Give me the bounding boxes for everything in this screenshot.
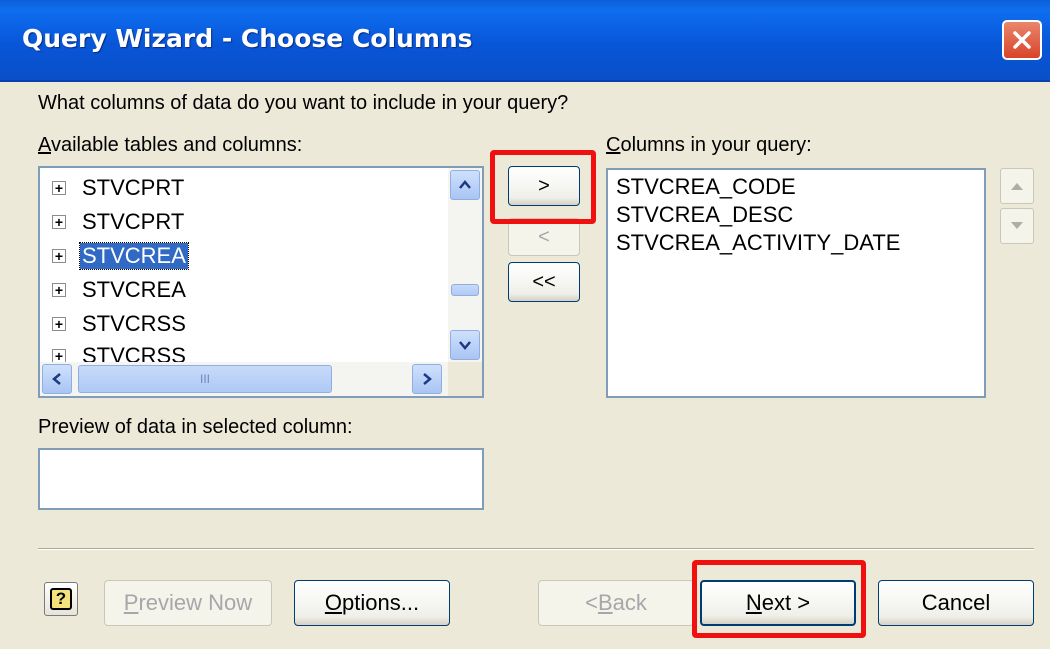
tree-item-label: STVCPRT <box>82 209 185 234</box>
next-button-highlight <box>692 560 866 638</box>
add-button-highlight <box>490 150 596 224</box>
chevron-right-icon <box>423 373 432 385</box>
scroll-down-button[interactable] <box>450 330 480 360</box>
scroll-right-button[interactable] <box>412 364 442 394</box>
instruction-text: What columns of data do you want to incl… <box>38 92 569 114</box>
window-title: Query Wizard - Choose Columns <box>22 24 473 53</box>
tree-item[interactable]: + STVCRSS <box>52 340 188 364</box>
available-columns-tree[interactable]: + STVCPRT + STVCPRT + STVCREA + STVCREA … <box>38 166 484 398</box>
query-columns-label: Columns in your query: <box>606 134 812 156</box>
tree-item-label: STVCREA <box>82 277 186 302</box>
tree-item-label: STVCREA <box>79 242 189 270</box>
list-item[interactable]: STVCREA_ACTIVITY_DATE <box>616 230 900 256</box>
expand-icon[interactable]: + <box>52 181 66 195</box>
remove-all-columns-button[interactable]: << <box>508 262 580 302</box>
options-button[interactable]: Options... <box>294 580 450 626</box>
tree-item[interactable]: + STVCREA <box>52 240 189 272</box>
title-bar: Query Wizard - Choose Columns <box>0 0 1050 82</box>
preview-label: Preview of data in selected column: <box>38 416 353 438</box>
back-button[interactable]: < Back <box>538 580 694 626</box>
tree-item-label: STVCRSS <box>82 311 186 336</box>
tree-item-label: STVCPRT <box>82 175 185 200</box>
move-down-button[interactable] <box>1000 208 1034 244</box>
expand-icon[interactable]: + <box>52 283 66 297</box>
scroll-up-button[interactable] <box>450 170 480 200</box>
available-columns-label: Available tables and columns: <box>38 134 303 156</box>
cancel-button[interactable]: Cancel <box>878 580 1034 626</box>
close-icon <box>1013 31 1031 49</box>
chevron-up-icon <box>459 180 471 189</box>
close-button[interactable] <box>1002 20 1042 60</box>
expand-icon[interactable]: + <box>52 317 66 331</box>
scroll-left-button[interactable] <box>42 364 72 394</box>
expand-icon[interactable]: + <box>52 249 66 263</box>
horizontal-scrollbar[interactable]: III <box>40 362 450 396</box>
tree-item[interactable]: + STVCPRT <box>52 206 186 238</box>
chevron-left-icon <box>52 373 61 385</box>
list-item[interactable]: STVCREA_CODE <box>616 174 796 200</box>
tree-item[interactable]: + STVCRSS <box>52 308 188 340</box>
chevron-down-icon <box>459 341 471 350</box>
help-button[interactable]: ? <box>44 582 78 616</box>
tree-item[interactable]: + STVCPRT <box>52 172 186 204</box>
preview-now-button[interactable]: Preview Now <box>104 580 272 626</box>
divider <box>38 548 1034 550</box>
expand-icon[interactable]: + <box>52 215 66 229</box>
expand-icon[interactable]: + <box>52 349 66 363</box>
vertical-scrollbar[interactable] <box>448 168 482 364</box>
move-up-button[interactable] <box>1000 168 1034 204</box>
list-item[interactable]: STVCREA_DESC <box>616 202 793 228</box>
vertical-scroll-thumb[interactable] <box>451 284 479 296</box>
query-columns-list[interactable]: STVCREA_CODE STVCREA_DESC STVCREA_ACTIVI… <box>606 168 986 398</box>
triangle-up-icon <box>1011 183 1023 190</box>
tree-item[interactable]: + STVCREA <box>52 274 188 306</box>
triangle-down-icon <box>1011 222 1023 229</box>
tree-item-label: STVCRSS <box>82 343 186 364</box>
scrollbar-corner <box>448 362 482 396</box>
preview-box <box>38 448 484 510</box>
help-icon: ? <box>50 588 72 610</box>
horizontal-scroll-thumb[interactable]: III <box>78 365 332 393</box>
